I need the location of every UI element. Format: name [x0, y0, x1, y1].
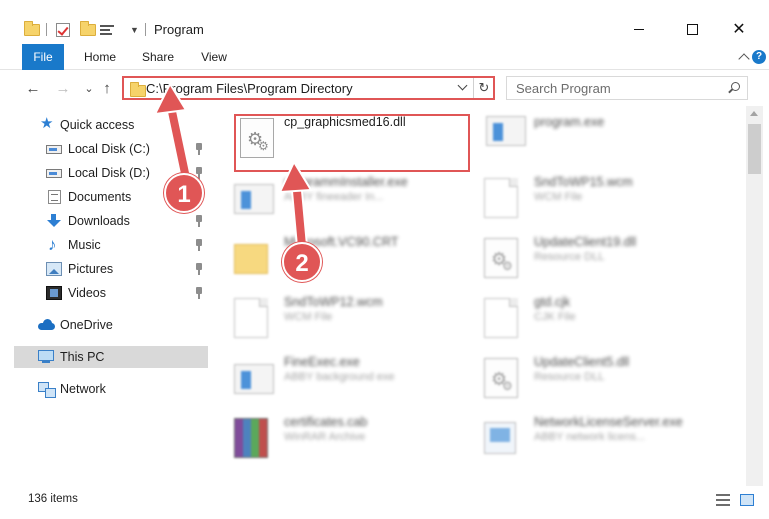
search-icon[interactable]: [731, 82, 740, 91]
wcm-file-icon: [234, 298, 268, 338]
file-item[interactable]: UpdateClient19.dll Resource DLL: [462, 230, 712, 288]
dll-file-icon: [484, 358, 518, 398]
tab-share[interactable]: Share: [136, 44, 180, 70]
status-bar: 136 items: [0, 486, 769, 519]
up-button[interactable]: ↑: [98, 79, 116, 97]
expand-ribbon-icon[interactable]: [734, 47, 754, 67]
dll-file-icon: [484, 238, 518, 278]
large-icons-view-icon[interactable]: [740, 494, 754, 506]
cjk-file-icon: [484, 298, 518, 338]
file-item[interactable]: UpdateClient5.dll Resource DLL: [462, 350, 712, 408]
sidebar-item-music[interactable]: Music: [14, 234, 208, 256]
separator: [473, 78, 474, 98]
pin-icon: [194, 215, 204, 227]
customize-quick-access-icon[interactable]: ▼: [130, 20, 139, 40]
pin-icon: [194, 263, 204, 275]
folder-icon: [234, 244, 268, 274]
sidebar-item-onedrive[interactable]: OneDrive: [14, 314, 208, 336]
recent-locations-button[interactable]: ⌄: [80, 79, 98, 97]
title-bar: ▼ Program ✕: [0, 0, 769, 44]
separator: [145, 23, 146, 36]
file-item[interactable]: SndToWP15.wcm WCM File: [462, 170, 712, 228]
back-button[interactable]: ←: [24, 79, 42, 97]
address-dropdown-icon[interactable]: [458, 82, 468, 92]
file-item[interactable]: SndToWP12.wcm WCM File: [212, 290, 462, 348]
separator: [46, 23, 47, 36]
downloads-icon: [46, 214, 62, 228]
scroll-up-icon[interactable]: [750, 111, 758, 116]
address-path[interactable]: C:\Program Files\Program Directory: [146, 81, 353, 96]
search-placeholder: Search Program: [516, 81, 611, 96]
view-options-icon[interactable]: [100, 20, 116, 40]
pin-icon: [194, 239, 204, 251]
documents-icon: [48, 190, 61, 204]
file-item[interactable]: programmInstaller.exe ABBY fineeader In.…: [212, 170, 462, 228]
file-item[interactable]: Microsoft.VC90.CRT: [212, 230, 462, 288]
archive-icon: [234, 418, 268, 458]
drive-icon: [46, 145, 62, 154]
maximize-button[interactable]: [669, 14, 715, 44]
folder-icon: [24, 20, 40, 40]
videos-icon: [46, 286, 62, 300]
sidebar-item-network[interactable]: Network: [14, 378, 208, 400]
details-view-icon[interactable]: [716, 494, 730, 506]
file-item[interactable]: NetworkLicenseServer.exe ABBY network li…: [462, 410, 712, 468]
exe-file-icon: [486, 116, 526, 146]
pictures-icon: [46, 262, 62, 276]
exe-file-icon: [234, 364, 274, 394]
computer-icon: [38, 350, 54, 363]
close-button[interactable]: ✕: [716, 14, 762, 44]
sidebar-item-quick-access[interactable]: Quick access: [14, 114, 208, 136]
sidebar-item-downloads[interactable]: Downloads: [14, 210, 208, 232]
search-input[interactable]: Search Program: [506, 76, 748, 100]
pin-icon: [194, 143, 204, 155]
callout-badge-two: 2: [282, 242, 322, 282]
wcm-file-icon: [484, 178, 518, 218]
refresh-button[interactable]: ↻: [475, 78, 493, 98]
music-icon: [46, 235, 62, 255]
tab-view[interactable]: View: [194, 44, 234, 70]
folder-icon: [130, 82, 146, 97]
help-icon[interactable]: ?: [752, 50, 766, 64]
navigation-bar: ← → ⌄ ↑ C:\Program Files\Program Directo…: [0, 70, 769, 106]
scroll-thumb[interactable]: [748, 124, 761, 174]
file-highlight-box: [234, 114, 470, 172]
sidebar-item-videos[interactable]: Videos: [14, 282, 208, 304]
file-item[interactable]: certificates.cab WinRAR Archive: [212, 410, 462, 468]
new-folder-icon[interactable]: [80, 20, 96, 40]
exe-file-icon: [484, 422, 516, 454]
file-item[interactable]: program.exe: [462, 110, 712, 168]
callout-badge-one: 1: [164, 173, 204, 213]
star-icon: [40, 117, 56, 132]
navigation-pane: Quick access Local Disk (C:) Local Disk …: [0, 106, 212, 486]
file-item[interactable]: FineExec.exe ABBY background exe: [212, 350, 462, 408]
item-count: 136 items: [28, 493, 78, 505]
address-bar[interactable]: C:\Program Files\Program Directory ↻: [122, 76, 495, 100]
sidebar-item-pictures[interactable]: Pictures: [14, 258, 208, 280]
drive-icon: [46, 169, 62, 178]
ribbon-tabs: File Home Share View ?: [0, 44, 769, 70]
file-item[interactable]: gtd.cjk CJK File: [462, 290, 712, 348]
window-title: Program: [154, 22, 204, 37]
sidebar-item-this-pc[interactable]: This PC: [14, 346, 208, 368]
sidebar-item-local-disk-c[interactable]: Local Disk (C:): [14, 138, 208, 160]
pin-icon: [194, 287, 204, 299]
network-icon: [38, 382, 56, 398]
tab-home[interactable]: Home: [76, 44, 124, 70]
forward-button[interactable]: →: [54, 79, 72, 97]
vertical-scrollbar[interactable]: [746, 106, 763, 486]
cloud-icon: [38, 318, 55, 332]
minimize-button[interactable]: [616, 14, 662, 44]
exe-file-icon: [234, 184, 274, 214]
tab-file[interactable]: File: [22, 44, 64, 70]
file-list: cp_graphicsmed16.dll program.exe program…: [212, 106, 746, 486]
properties-check-icon[interactable]: [56, 20, 70, 40]
